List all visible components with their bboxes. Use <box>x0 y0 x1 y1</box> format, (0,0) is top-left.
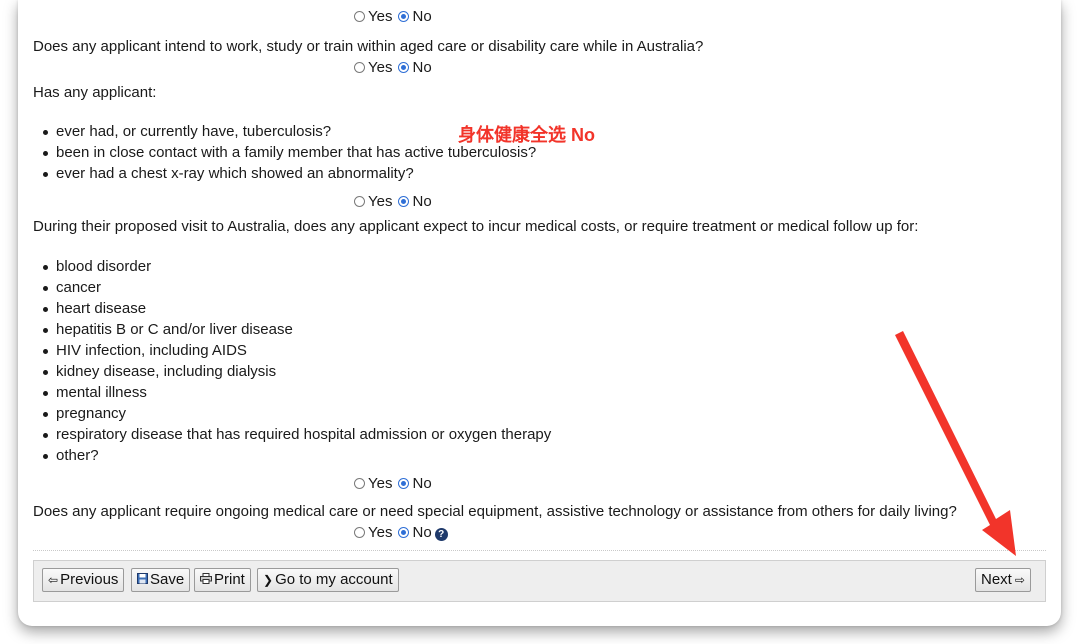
red-arrow-annotation <box>895 331 1016 556</box>
